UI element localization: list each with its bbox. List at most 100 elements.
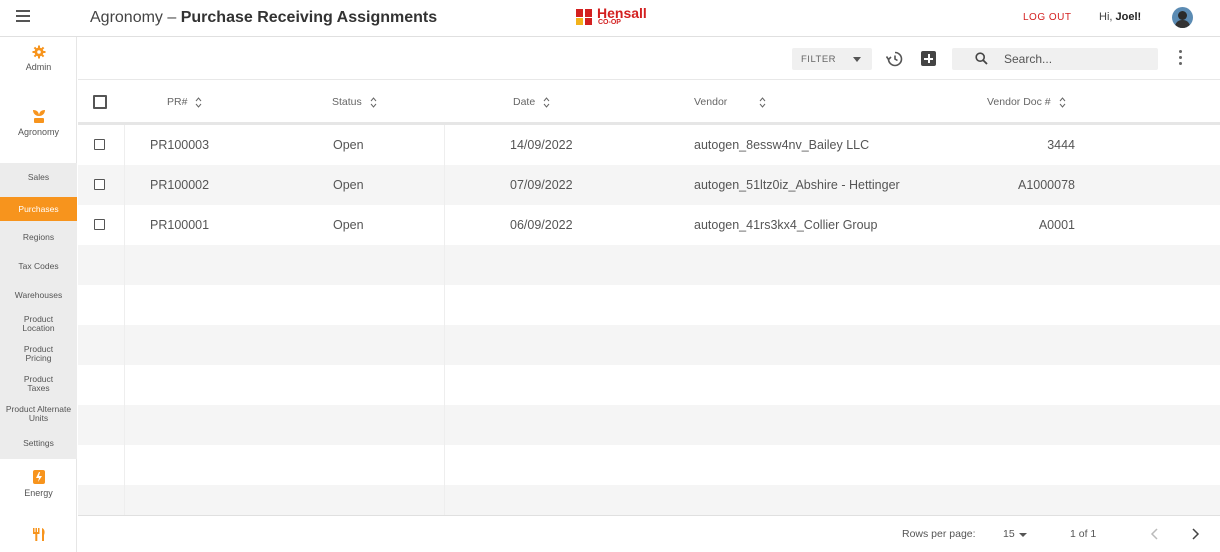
fuel-icon bbox=[32, 470, 45, 484]
sidebar-item-purchases[interactable]: Purchases bbox=[0, 197, 77, 221]
empty-row bbox=[78, 485, 1220, 515]
column-header-label: Vendor bbox=[694, 96, 728, 108]
row-checkbox[interactable] bbox=[94, 179, 105, 190]
row-checkbox[interactable] bbox=[94, 139, 105, 150]
search-box[interactable] bbox=[952, 48, 1158, 70]
empty-row bbox=[78, 285, 1220, 325]
sidebar-item-warehouses[interactable]: Warehouses bbox=[0, 291, 77, 300]
table-header: PR# Status Date Vendor Vendor Doc # bbox=[78, 81, 1220, 125]
sidebar: Admin Agronomy Sales Purchases Regions T… bbox=[0, 37, 77, 552]
column-header-label: Date bbox=[513, 96, 536, 108]
sidebar-item-product-alternate-units[interactable]: Product Alternate Units bbox=[0, 405, 77, 423]
table-row[interactable]: PR100002 Open 07/09/2022 autogen_51ltz0i… bbox=[78, 165, 1220, 205]
logout-button[interactable]: LOG OUT bbox=[1023, 12, 1072, 23]
sidebar-item-food[interactable] bbox=[0, 527, 77, 544]
user-name: Joel! bbox=[1115, 11, 1142, 23]
filter-label: FILTER bbox=[801, 54, 837, 65]
empty-row bbox=[78, 365, 1220, 405]
cell-status: Open bbox=[333, 138, 364, 152]
empty-row bbox=[78, 405, 1220, 445]
history-icon[interactable] bbox=[886, 50, 904, 68]
cell-vendor: autogen_51ltz0iz_Abshire - Hettinger bbox=[694, 178, 900, 192]
cell-pr: PR100002 bbox=[150, 178, 210, 192]
sidebar-item-energy[interactable]: Energy bbox=[0, 469, 77, 498]
cell-pr: PR100001 bbox=[150, 218, 210, 232]
top-bar: Agronomy – Purchase Receiving Assignment… bbox=[0, 0, 1220, 37]
hamburger-menu-icon[interactable] bbox=[16, 10, 30, 24]
sidebar-item-settings[interactable]: Settings bbox=[0, 439, 77, 448]
rows-per-page-select[interactable]: 15 bbox=[1003, 528, 1015, 540]
sidebar-item-product-location[interactable]: Product Location bbox=[0, 315, 77, 333]
avatar[interactable] bbox=[1172, 7, 1193, 28]
pagination-bar: Rows per page: 15 1 of 1 bbox=[78, 515, 1220, 552]
column-divider bbox=[124, 81, 125, 515]
cell-status: Open bbox=[333, 178, 364, 192]
cell-vendor-doc: A0001 bbox=[1038, 218, 1075, 232]
column-header-status[interactable]: Status bbox=[332, 96, 377, 108]
row-checkbox[interactable] bbox=[94, 219, 105, 230]
sidebar-label-energy: Energy bbox=[24, 488, 53, 498]
app-root: Agronomy – Purchase Receiving Assignment… bbox=[0, 0, 1220, 552]
more-options-icon[interactable] bbox=[1176, 50, 1184, 68]
column-header-pr[interactable]: PR# bbox=[167, 96, 202, 108]
sidebar-item-sales[interactable]: Sales bbox=[0, 173, 77, 182]
user-greeting: Hi, Joel! bbox=[1099, 11, 1141, 23]
empty-row bbox=[78, 245, 1220, 285]
cell-date: 07/09/2022 bbox=[510, 178, 573, 192]
column-header-label: Status bbox=[332, 96, 362, 108]
column-header-vendor[interactable]: Vendor bbox=[694, 96, 766, 108]
logo-subtext: CO-OP bbox=[598, 19, 621, 26]
chevron-right-icon[interactable] bbox=[1188, 526, 1202, 542]
sidebar-item-tax-codes[interactable]: Tax Codes bbox=[0, 262, 77, 271]
table-row[interactable]: PR100003 Open 14/09/2022 autogen_8essw4n… bbox=[78, 125, 1220, 165]
greeting-prefix: Hi, bbox=[1099, 11, 1116, 23]
sort-icon bbox=[1059, 96, 1066, 108]
sidebar-label-admin: Admin bbox=[25, 62, 52, 72]
empty-row bbox=[78, 445, 1220, 485]
sidebar-label-agronomy: Agronomy bbox=[17, 127, 60, 137]
agronomy-submenu: Sales Purchases Regions Tax Codes Wareho… bbox=[0, 163, 77, 459]
cell-date: 14/09/2022 bbox=[510, 138, 573, 152]
column-header-vendor-doc[interactable]: Vendor Doc # bbox=[987, 96, 1066, 108]
column-divider bbox=[444, 81, 445, 515]
page-title: Agronomy – Purchase Receiving Assignment… bbox=[90, 9, 437, 27]
page-info: 1 of 1 bbox=[1070, 528, 1097, 540]
column-header-date[interactable]: Date bbox=[513, 96, 550, 108]
cell-vendor-doc: A1000078 bbox=[1017, 178, 1075, 192]
sort-icon bbox=[196, 96, 202, 108]
table-toolbar: FILTER bbox=[78, 38, 1220, 80]
table-row[interactable]: PR100001 Open 06/09/2022 autogen_41rs3kx… bbox=[78, 205, 1220, 245]
cell-pr: PR100003 bbox=[150, 138, 210, 152]
empty-row bbox=[78, 325, 1220, 365]
page-title-main: Purchase Receiving Assignments bbox=[180, 9, 438, 26]
cell-vendor: autogen_41rs3kx4_Collier Group bbox=[694, 218, 878, 232]
column-header-label: Vendor Doc # bbox=[987, 96, 1051, 108]
hensall-logo-icon bbox=[576, 9, 592, 25]
sidebar-item-agronomy[interactable]: Agronomy bbox=[0, 108, 77, 137]
chevron-down-icon bbox=[853, 57, 861, 62]
fork-knife-icon bbox=[32, 528, 45, 541]
filter-button[interactable]: FILTER bbox=[792, 48, 872, 70]
cell-vendor-doc: 3444 bbox=[1047, 138, 1075, 152]
sprout-icon bbox=[32, 110, 45, 123]
chevron-left-icon[interactable] bbox=[1148, 526, 1162, 542]
sidebar-item-product-pricing[interactable]: Product Pricing bbox=[0, 345, 77, 363]
page-title-prefix: Agronomy – bbox=[90, 9, 181, 26]
hensall-logo[interactable]: Hensall CO-OP bbox=[575, 5, 647, 29]
sidebar-item-product-taxes[interactable]: Product Taxes bbox=[0, 375, 77, 393]
cell-status: Open bbox=[333, 218, 364, 232]
cell-vendor: autogen_8essw4nv_Bailey LLC bbox=[694, 138, 870, 152]
search-icon bbox=[975, 52, 988, 65]
add-icon[interactable] bbox=[921, 51, 936, 66]
cell-date: 06/09/2022 bbox=[510, 218, 573, 232]
select-all-checkbox[interactable] bbox=[93, 95, 107, 109]
column-header-label: PR# bbox=[167, 96, 188, 108]
sort-icon bbox=[543, 96, 550, 108]
gear-icon bbox=[32, 45, 45, 59]
data-table: PR100003 Open 14/09/2022 autogen_8essw4n… bbox=[78, 81, 1220, 515]
sidebar-item-admin[interactable]: Admin bbox=[0, 45, 77, 72]
search-input[interactable] bbox=[1004, 51, 1144, 67]
chevron-down-icon[interactable] bbox=[1019, 533, 1027, 537]
sidebar-item-regions[interactable]: Regions bbox=[0, 233, 77, 242]
sort-icon bbox=[759, 96, 766, 108]
